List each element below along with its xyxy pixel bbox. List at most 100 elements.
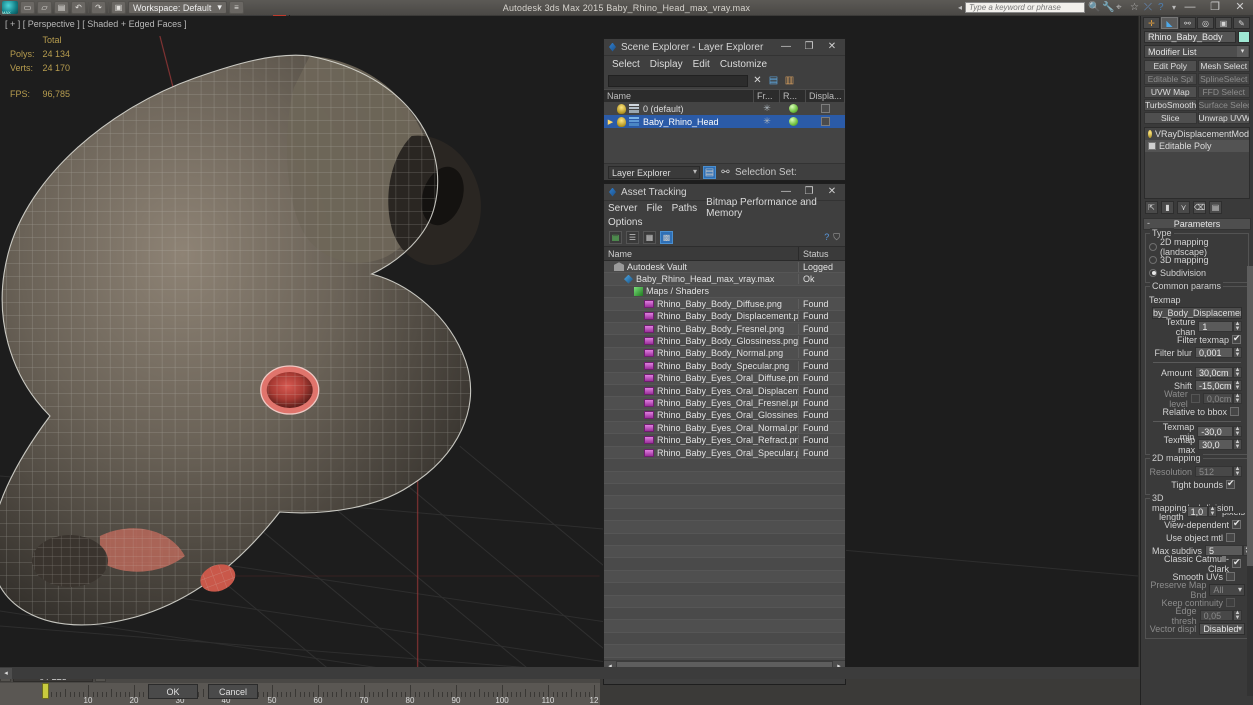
col-display[interactable]: Displa...	[806, 89, 845, 103]
asset-row[interactable]: Rhino_Baby_Body_Diffuse.png Found	[604, 298, 845, 311]
preserve-map-combo[interactable]: All	[1209, 583, 1245, 596]
help-icon[interactable]: ?	[824, 232, 829, 243]
light-bulb-icon[interactable]	[1148, 130, 1152, 138]
modifier-button[interactable]: Editable Spl	[1144, 73, 1197, 85]
spinner-arrows[interactable]: ▲▼	[1233, 393, 1242, 404]
texmap-max-spinner[interactable]: 30,0 ▲ ▼	[1198, 439, 1242, 450]
modifier-buttons-grid[interactable]: Edit Poly Mesh Select Editable Spl SplineSe…	[1141, 59, 1253, 125]
menu-bitmap-performance[interactable]: Bitmap Performance and Memory	[706, 197, 841, 219]
tight-bounds-checkbox[interactable]	[1226, 478, 1235, 489]
layer-row-default[interactable]: 0 (default) ✳	[604, 102, 845, 115]
render-toggle[interactable]	[788, 117, 798, 126]
list-view-icon[interactable]: ☰	[626, 231, 639, 244]
texmap-min-spinner[interactable]: -30,0 ▲ ▼	[1197, 426, 1242, 437]
asset-row[interactable]: Rhino_Baby_Eyes_Oral_Diffuse.png Found	[604, 372, 845, 385]
type-option-2d[interactable]: 2D mapping (landscape)	[1149, 237, 1245, 257]
asset-row[interactable]: Maps / Shaders	[604, 286, 845, 299]
asset-row[interactable]: Rhino_Baby_Eyes_Oral_Refract.png Found	[604, 434, 845, 447]
menu-edit[interactable]: Edit	[693, 59, 710, 70]
spinner-arrows[interactable]: ▲▼	[1233, 439, 1242, 450]
asset-row[interactable]: Rhino_Baby_Eyes_Oral_Normal.png Found	[604, 422, 845, 435]
menu-paths[interactable]: Paths	[672, 203, 698, 214]
command-panel-scrollbar[interactable]	[1247, 266, 1253, 696]
menu-customize[interactable]: Customize	[720, 59, 767, 70]
make-unique-icon[interactable]: ⋎	[1177, 200, 1190, 214]
edge-length-spinner[interactable]: 1,0 ▲ ▼	[1186, 506, 1217, 517]
grid-view-icon[interactable]: ▩	[660, 231, 673, 244]
pipette-icon[interactable]: ⌖	[1116, 2, 1127, 13]
radio-subdivision[interactable]	[1149, 268, 1157, 277]
asset-row[interactable]: Rhino_Baby_Body_Fresnel.png Found	[604, 322, 845, 336]
type-option-subdivision[interactable]: Subdivision	[1149, 266, 1245, 279]
tab-motion[interactable]: ◎	[1197, 17, 1214, 29]
asset-row[interactable]: Baby_Rhino_Head_max_vray.max Ok	[604, 273, 845, 286]
asset-row[interactable]: Rhino_Baby_Body_Displacement.png Found	[604, 311, 845, 323]
tab-modify[interactable]: ◣	[1161, 17, 1178, 29]
scene-explorer-window[interactable]: Scene Explorer - Layer Explorer — ❐ ✕ Se…	[603, 38, 846, 181]
filter-texmap-checkbox[interactable]	[1232, 333, 1241, 344]
scene-explorer-filter-input[interactable]	[608, 74, 748, 87]
spinner-arrows[interactable]: ▲▼	[1233, 610, 1242, 621]
wrench-icon[interactable]: 🔧	[1102, 2, 1114, 13]
vector-displ-combo[interactable]: Disabled	[1199, 622, 1245, 635]
classic-catmull-checkbox[interactable]	[1232, 557, 1241, 568]
water-level-checkbox[interactable]	[1190, 394, 1200, 403]
modifier-list-dropdown[interactable]: Modifier List ▾	[1144, 45, 1250, 58]
scene-explorer-list[interactable]: 0 (default) ✳ ▶ Baby_Rhino_Head ✳	[604, 102, 845, 164]
radio-3d-mapping[interactable]	[1149, 255, 1157, 264]
modifier-button[interactable]: Edit Poly	[1144, 60, 1197, 72]
ok-button[interactable]: OK	[148, 684, 198, 699]
binoculars-icon[interactable]: 🔍	[1088, 2, 1100, 13]
search-input[interactable]: Type a keyword or phrase	[964, 2, 1085, 13]
asset-row[interactable]: Rhino_Baby_Eyes_Oral_Displacement.pngFou…	[604, 385, 845, 398]
freeze-toggle[interactable]: ✳	[754, 103, 780, 114]
menu-file[interactable]: File	[646, 203, 662, 214]
spinner-arrows[interactable]: ▲▼	[1233, 347, 1242, 358]
tab-hierarchy[interactable]: ⚯	[1179, 17, 1196, 29]
asset-row[interactable]: Rhino_Baby_Body_Specular.png Found	[604, 360, 845, 373]
layer-row-baby-rhino-head[interactable]: ▶ Baby_Rhino_Head ✳	[604, 115, 845, 128]
minimize-button[interactable]: —	[1179, 0, 1201, 15]
display-toggle[interactable]	[821, 117, 830, 126]
freeze-toggle[interactable]: ✳	[754, 116, 780, 127]
asset-row[interactable]: Autodesk Vault Logged	[604, 261, 845, 274]
render-toggle[interactable]	[788, 104, 798, 113]
thumbnail-view-icon[interactable]: ▦	[643, 231, 656, 244]
relative-bbox-checkbox[interactable]	[1230, 407, 1239, 416]
light-bulb-icon[interactable]	[617, 116, 626, 127]
chevron-down-icon[interactable]: ▾	[1237, 46, 1248, 57]
exchange-icon[interactable]: ⤫	[1144, 2, 1155, 13]
asset-tracking-list[interactable]: Autodesk Vault Logged Baby_Rhino_Head_max_…	[604, 261, 845, 660]
help-icon[interactable]: ?	[1158, 2, 1169, 13]
remove-modifier-icon[interactable]: ⌫	[1193, 200, 1206, 214]
edge-thresh-spinner[interactable]: 0,05 ▲ ▼	[1199, 610, 1242, 621]
col-status[interactable]: Status	[798, 247, 845, 260]
spinner-arrows[interactable]: ▲▼	[1207, 506, 1217, 517]
asset-row[interactable]: Rhino_Baby_Eyes_Oral_Specular.png Found	[604, 446, 845, 460]
menu-display[interactable]: Display	[650, 59, 683, 70]
configure-sets-icon[interactable]: ▤	[1209, 200, 1222, 214]
view-dependent-checkbox[interactable]	[1232, 518, 1241, 529]
spinner-arrows[interactable]: ▲▼	[1233, 466, 1242, 477]
modifier-button[interactable]: Slice	[1144, 112, 1197, 124]
modifier-button[interactable]: UVW Map	[1144, 86, 1197, 98]
explorer-mode-combo[interactable]: Layer Explorer	[608, 165, 700, 179]
col-name[interactable]: Name	[604, 89, 754, 103]
display-toggle[interactable]	[821, 104, 830, 113]
layer-explorer-toggle-icon[interactable]: ▤	[703, 165, 716, 179]
new-layer-icon[interactable]: ▤	[767, 74, 780, 87]
amount-spinner[interactable]: 30,0cm ▲ ▼	[1195, 367, 1242, 378]
object-color-swatch[interactable]	[1238, 31, 1250, 43]
tab-display[interactable]: ▣	[1215, 17, 1232, 29]
spinner-arrows[interactable]: ▲▼	[1233, 367, 1242, 378]
clear-filter-icon[interactable]: ✕	[751, 74, 764, 87]
expand-arrow-icon[interactable]: ▶	[604, 118, 617, 126]
restore-button[interactable]: ❐	[1204, 0, 1226, 15]
asset-tracking-window[interactable]: Asset Tracking — ❐ ✕ Server File Paths B…	[603, 183, 846, 685]
modifier-button[interactable]: Mesh Select	[1197, 60, 1250, 72]
close-button[interactable]: ✕	[1229, 0, 1251, 15]
modifier-stack-list[interactable]: VRayDisplacementMod Editable Poly	[1144, 127, 1250, 199]
cancel-button[interactable]: Cancel	[208, 684, 258, 699]
water-level-spinner[interactable]: 0,0cm ▲ ▼	[1202, 393, 1242, 404]
scene-explorer-restore[interactable]: ❐	[798, 40, 820, 55]
